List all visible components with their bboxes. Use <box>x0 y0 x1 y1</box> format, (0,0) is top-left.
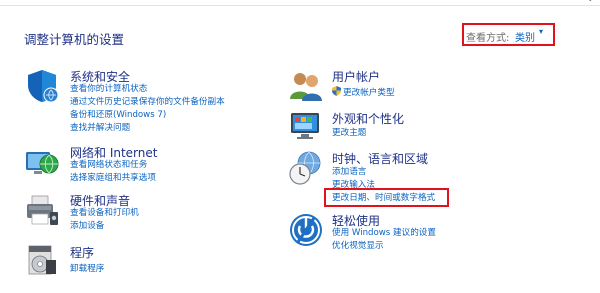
category-title[interactable]: 硬件和声音 <box>70 192 130 209</box>
link-devices-printers[interactable]: 查看设备和打印机 <box>70 208 139 219</box>
uac-shield-icon <box>332 86 341 96</box>
chevron-down-icon[interactable]: ⌄ <box>586 0 594 4</box>
highlight-box <box>324 188 449 207</box>
category-title[interactable]: 用户帐户 <box>332 68 380 85</box>
monitor-palette-icon[interactable] <box>288 108 324 144</box>
link-change-account-type[interactable]: 更改帐户类型 <box>332 86 395 99</box>
programs-disc-icon[interactable] <box>24 242 60 278</box>
category-title[interactable]: 外观和个性化 <box>332 110 404 127</box>
link-add-device[interactable]: 添加设备 <box>70 221 104 232</box>
view-by-dropdown[interactable]: 类别 <box>515 29 535 44</box>
link-homegroup-sharing[interactable]: 选择家庭组和共享选项 <box>70 173 156 184</box>
page-title: 调整计算机的设置 <box>24 32 125 47</box>
view-by-control[interactable]: 查看方式: 类别 ▾ <box>462 23 555 46</box>
link-view-computer-status[interactable]: 查看你的计算机状态 <box>70 84 147 95</box>
ease-of-access-icon[interactable] <box>288 212 324 248</box>
category-title[interactable]: 轻松使用 <box>332 212 380 229</box>
link-file-history-backup[interactable]: 通过文件历史记录保存你的文件备份副本 <box>70 97 225 108</box>
shield-icon[interactable] <box>24 68 60 104</box>
caret-down-icon[interactable]: ▾ <box>539 27 543 36</box>
link-backup-restore[interactable]: 备份和还原(Windows 7) <box>70 110 166 121</box>
link-optimize-visual-display[interactable]: 优化视觉显示 <box>332 241 384 252</box>
category-title[interactable]: 系统和安全 <box>70 68 130 85</box>
link-troubleshoot[interactable]: 查找并解决问题 <box>70 123 130 134</box>
link-windows-suggested-settings[interactable]: 使用 Windows 建议的设置 <box>332 228 436 239</box>
link-add-language[interactable]: 添加语言 <box>332 167 366 178</box>
users-icon[interactable] <box>288 68 324 104</box>
view-by-label: 查看方式: <box>466 33 510 44</box>
link-network-status[interactable]: 查看网络状态和任务 <box>70 160 147 171</box>
link-uninstall-program[interactable]: 卸载程序 <box>70 264 104 275</box>
category-title[interactable]: 时钟、语言和区域 <box>332 150 428 167</box>
clock-globe-icon[interactable] <box>288 150 324 186</box>
link-label: 更改帐户类型 <box>343 88 395 98</box>
category-title[interactable]: 程序 <box>70 244 94 261</box>
window-top-strip: ⌄ <box>0 0 600 6</box>
network-globe-icon[interactable] <box>24 144 60 180</box>
category-title[interactable]: 网络和 Internet <box>70 144 157 161</box>
link-change-theme[interactable]: 更改主题 <box>332 128 366 139</box>
printer-icon[interactable] <box>24 192 60 228</box>
